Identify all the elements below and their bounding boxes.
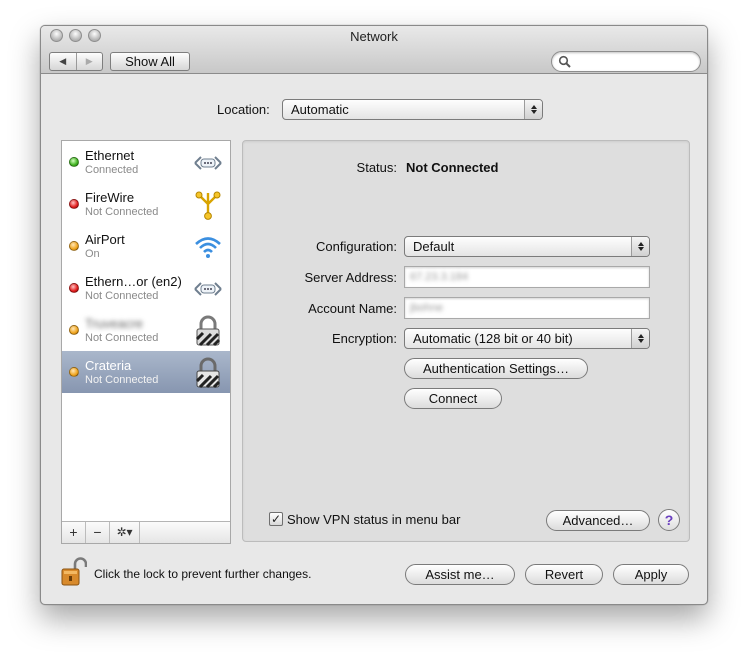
service-name: Ethern…or (en2) [85, 274, 182, 289]
status-dot-connected [69, 157, 79, 167]
service-item-crateria[interactable]: Crateria Not Connected [62, 351, 230, 393]
lock-icon[interactable] [61, 556, 87, 586]
remove-service-button[interactable]: − [86, 522, 110, 543]
back-forward-control: ◀ ▶ [49, 52, 103, 71]
service-name: FireWire [85, 190, 135, 205]
service-item-firewire[interactable]: FireWire Not Connected [62, 183, 230, 225]
checkmark-icon: ✓ [270, 512, 282, 526]
search-input[interactable] [551, 51, 701, 72]
status-label: Status: [356, 160, 397, 175]
help-button[interactable]: ? [658, 509, 680, 531]
airport-wifi-icon [195, 237, 221, 258]
advanced-button[interactable]: Advanced… [546, 510, 650, 531]
vpn-lock-icon [195, 357, 221, 389]
encryption-label: Encryption: [331, 331, 397, 346]
location-popup[interactable]: Automatic [282, 99, 543, 120]
ethernet-icon [194, 282, 222, 296]
account-name-label: Account Name: [308, 301, 397, 316]
server-address-label: Server Address: [304, 270, 398, 285]
show-vpn-status-checkbox[interactable]: ✓ [269, 512, 283, 526]
service-name: Truveacre [85, 316, 144, 331]
assist-me-button[interactable]: Assist me… [405, 564, 515, 585]
service-status: On [85, 248, 100, 260]
back-button[interactable]: ◀ [50, 53, 76, 70]
configuration-label: Configuration: [316, 239, 397, 254]
account-name-value: jbohne [410, 302, 444, 314]
status-dot-pending [69, 241, 79, 251]
service-name: AirPort [85, 232, 125, 247]
show-vpn-status-label: Show VPN status in menu bar [287, 512, 461, 527]
popup-arrows-icon [631, 329, 649, 348]
service-item-ethernet-en2[interactable]: Ethern…or (en2) Not Connected [62, 267, 230, 309]
lock-description: Click the lock to prevent further change… [94, 567, 312, 581]
service-name: Ethernet [85, 148, 135, 163]
configuration-popup[interactable]: Default [404, 236, 650, 257]
service-status: Not Connected [85, 206, 159, 218]
location-value: Automatic [291, 102, 349, 117]
connect-button[interactable]: Connect [404, 388, 502, 409]
status-dot-pending [69, 367, 79, 377]
status-value: Not Connected [406, 160, 499, 175]
server-address-field[interactable]: 67.23.3.184 [404, 266, 650, 288]
apply-button[interactable]: Apply [613, 564, 689, 585]
search-icon [558, 55, 571, 68]
service-item-vpn-blurred[interactable]: Truveacre Not Connected [62, 309, 230, 351]
encryption-value: Automatic (128 bit or 40 bit) [413, 331, 573, 346]
service-list: Ethernet Connected FireWire Not Connecte… [61, 140, 231, 544]
server-address-value: 67.23.3.184 [410, 271, 469, 283]
service-detail-panel: Status: Not Connected Configuration: Def… [242, 140, 690, 542]
service-item-ethernet[interactable]: Ethernet Connected [62, 141, 230, 183]
popup-arrows-icon [631, 237, 649, 256]
account-name-field[interactable]: jbohne [404, 297, 650, 319]
service-status: Not Connected [85, 374, 159, 386]
status-dot-not-connected [69, 199, 79, 209]
vpn-lock-icon [195, 315, 221, 347]
forward-arrow-icon: ▶ [85, 56, 93, 66]
forward-button[interactable]: ▶ [75, 53, 103, 70]
back-arrow-icon: ◀ [59, 56, 67, 66]
revert-button[interactable]: Revert [525, 564, 603, 585]
action-gear-menu-button[interactable]: ✲▾ [110, 522, 140, 543]
location-label: Location: [217, 102, 270, 117]
encryption-popup[interactable]: Automatic (128 bit or 40 bit) [404, 328, 650, 349]
authentication-settings-button[interactable]: Authentication Settings… [404, 358, 588, 379]
firewire-icon [195, 191, 221, 220]
service-status: Not Connected [85, 332, 159, 344]
service-item-airport[interactable]: AirPort On [62, 225, 230, 267]
configuration-value: Default [413, 239, 455, 254]
status-dot-pending [69, 325, 79, 335]
network-preferences-window: Network ◀ ▶ Show All Location: Automatic… [40, 25, 708, 605]
status-dot-not-connected [69, 283, 79, 293]
service-name: Crateria [85, 358, 132, 373]
add-service-button[interactable]: + [62, 522, 86, 543]
ethernet-icon [194, 156, 222, 170]
window-title: Network [350, 29, 398, 44]
show-all-button[interactable]: Show All [110, 52, 190, 71]
service-status: Connected [85, 164, 139, 176]
popup-arrows-icon [524, 100, 542, 119]
service-list-toolbar: + − ✲▾ [62, 521, 230, 543]
title-bar: Network ◀ ▶ Show All [41, 26, 707, 74]
service-status: Not Connected [85, 290, 159, 302]
